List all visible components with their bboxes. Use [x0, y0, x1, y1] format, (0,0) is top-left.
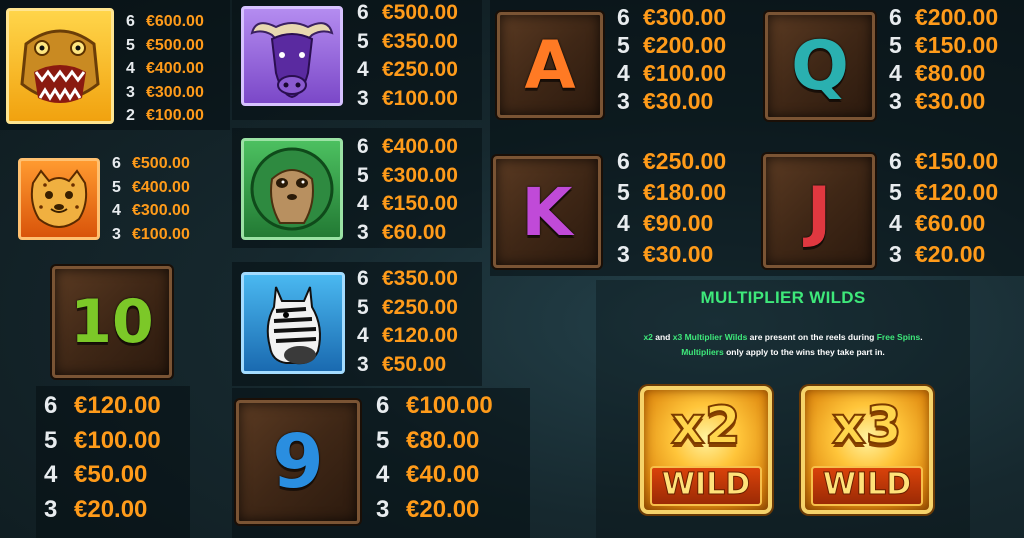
k-symbol: K	[493, 156, 601, 268]
ten-paytable: 6 €120.00 5 €100.00 4 €50.00 3 €20.00	[44, 392, 161, 523]
j-letter: J	[806, 172, 832, 250]
zebra-paytable: 6 €350.00 5 €250.00 4 €120.00 3 €50.00	[357, 267, 458, 376]
j-symbol: J	[763, 154, 875, 268]
a-symbol: A	[497, 12, 603, 118]
ten-letter: 10	[70, 287, 154, 357]
q-letter: Q	[791, 26, 849, 106]
description-line-2: Multipliers only apply to the wins they …	[681, 347, 885, 357]
meerkat-paytable: 6 €400.00 5 €300.00 4 €150.00 3 €60.00	[357, 135, 458, 244]
q-paytable: 6 €200.00 5 €150.00 4 €80.00 3 €30.00	[889, 4, 999, 114]
zebra-icon	[266, 286, 321, 365]
x3-wild-label: WILD	[811, 466, 923, 506]
a-paytable: 6 €300.00 5 €200.00 4 €100.00 3 €30.00	[617, 4, 727, 114]
x3-multiplier: x3	[831, 395, 903, 457]
buffalo-icon	[250, 22, 334, 99]
j-paytable: 6 €150.00 5 €120.00 4 €60.00 3 €20.00	[889, 148, 999, 267]
x2-wild-symbol: x2 WILD	[640, 386, 772, 514]
meerkat-icon	[250, 147, 334, 231]
x3-wild-symbol: x3 WILD	[801, 386, 933, 514]
crocodile-paytable: 6 €600.00 5 €500.00 4 €400.00 3 €300.00 2 €10…	[126, 13, 204, 124]
buffalo-symbol	[241, 6, 343, 106]
meerkat-symbol	[241, 138, 343, 240]
x2-wild-label: WILD	[650, 466, 762, 506]
k-letter: K	[521, 173, 573, 251]
ten-symbol: 10	[52, 266, 172, 378]
nine-paytable: 6 €100.00 5 €80.00 4 €40.00 3 €20.00	[376, 392, 493, 523]
a-letter: A	[524, 26, 576, 104]
x2-multiplier: x2	[670, 395, 742, 457]
description-line-1: x2 and x3 Multiplier Wilds are present o…	[643, 332, 923, 342]
cheetah-paytable: 6 €500.00 5 €400.00 4 €300.00 3 €100.00	[112, 155, 190, 243]
k-paytable: 6 €250.00 5 €180.00 4 €90.00 3 €30.00	[617, 148, 727, 267]
cheetah-symbol	[18, 158, 100, 240]
cheetah-icon	[30, 169, 88, 228]
nine-symbol: 9	[236, 400, 360, 524]
crocodile-icon	[20, 29, 100, 103]
multiplier-wilds-title: MULTIPLIER WILDS	[700, 288, 866, 307]
nine-letter: 9	[272, 419, 324, 505]
q-symbol: Q	[765, 12, 875, 120]
crocodile-symbol	[6, 8, 114, 124]
buffalo-paytable: 6 €500.00 5 €350.00 4 €250.00 3 €100.00	[357, 1, 458, 110]
zebra-symbol	[241, 272, 345, 374]
multiplier-wilds-description: x2 and x3 Multiplier Wilds are present o…	[600, 330, 966, 360]
